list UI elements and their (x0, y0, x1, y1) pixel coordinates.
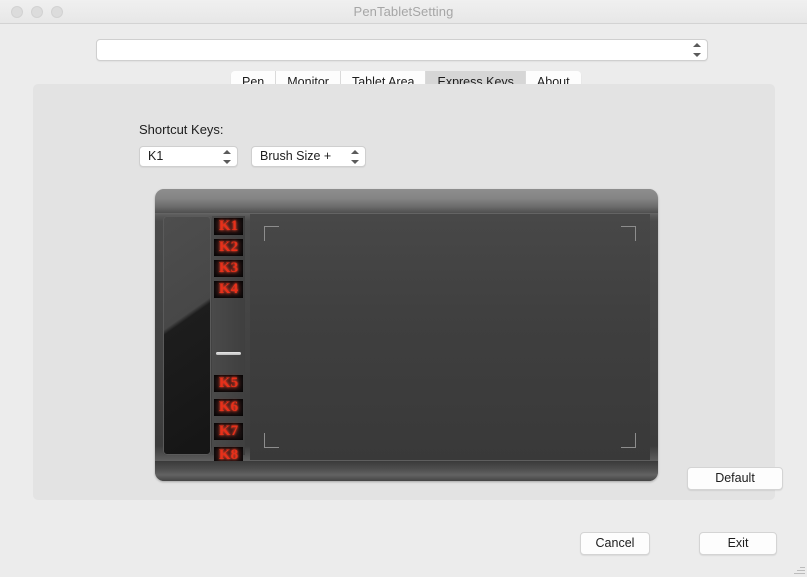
shortcut-key-select[interactable]: K1 (139, 146, 238, 167)
device-select[interactable] (96, 39, 708, 61)
express-key-k3[interactable]: K3 (214, 260, 243, 277)
title-bar: PenTabletSetting (0, 0, 807, 24)
shortcut-key-select-value: K1 (148, 149, 164, 163)
stepper-chevrons-icon (222, 149, 231, 164)
exit-button[interactable]: Exit (699, 532, 777, 555)
pentabletsetting-window: PenTabletSetting Pen Monitor Tablet Area… (0, 0, 807, 577)
express-key-k5[interactable]: K5 (214, 375, 243, 392)
tablet-side-pad (163, 216, 211, 455)
window-resize-grip[interactable] (793, 563, 805, 575)
corner-marker-bottom-left-icon (264, 433, 279, 448)
window-title: PenTabletSetting (353, 4, 454, 19)
shortcut-function-select[interactable]: Brush Size + (251, 146, 366, 167)
corner-marker-top-right-icon (621, 226, 636, 241)
shortcut-function-select-value: Brush Size + (260, 149, 332, 163)
express-key-k4[interactable]: K4 (214, 281, 243, 298)
express-key-k1[interactable]: K1 (214, 218, 243, 235)
corner-marker-bottom-right-icon (621, 433, 636, 448)
tablet-illustration: K1 K2 K3 K4 K5 K6 K7 K8 (155, 189, 658, 481)
express-key-k6[interactable]: K6 (214, 399, 243, 416)
stepper-chevrons-icon (692, 43, 701, 57)
cancel-button[interactable]: Cancel (580, 532, 650, 555)
express-key-strip: K1 K2 K3 K4 K5 K6 K7 K8 (212, 216, 245, 464)
express-key-k7[interactable]: K7 (214, 423, 243, 440)
tablet-top-bezel (155, 189, 658, 213)
stepper-chevrons-icon (350, 149, 359, 164)
shortcut-keys-label: Shortcut Keys: (139, 122, 224, 137)
tablet-active-area (250, 214, 650, 460)
express-key-k2[interactable]: K2 (214, 239, 243, 256)
tablet-bottom-bezel (155, 461, 658, 481)
key-strip-divider (216, 352, 241, 355)
default-button[interactable]: Default (687, 467, 783, 490)
corner-marker-top-left-icon (264, 226, 279, 241)
